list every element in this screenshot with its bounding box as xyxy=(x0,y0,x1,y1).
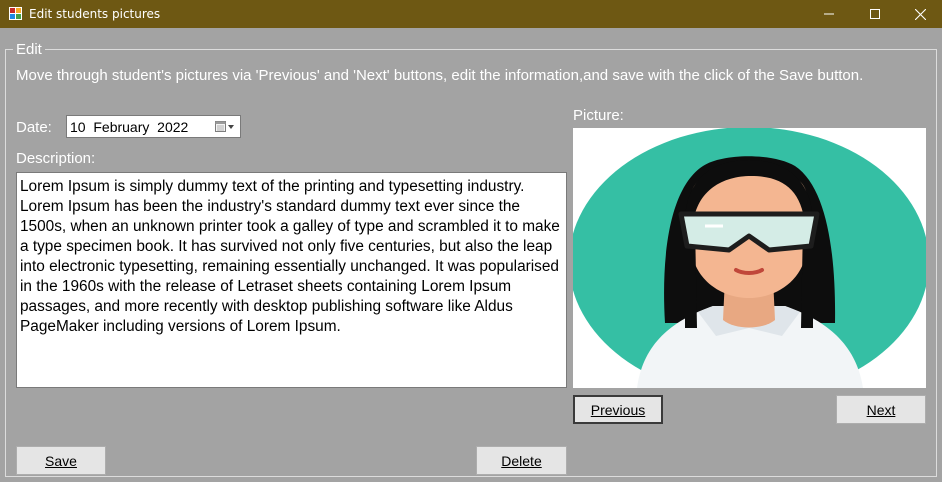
save-button[interactable]: Save xyxy=(16,446,106,475)
instructions-text: Move through student's pictures via 'Pre… xyxy=(16,67,864,84)
minimize-icon xyxy=(824,13,834,15)
app-icon xyxy=(9,7,22,20)
calendar-dropdown-icon[interactable] xyxy=(214,120,236,134)
student-avatar-illustration xyxy=(573,128,926,388)
window-title: Edit students pictures xyxy=(29,7,161,21)
maximize-icon xyxy=(870,9,880,19)
title-bar[interactable]: Edit students pictures xyxy=(0,0,942,28)
previous-button[interactable]: Previous xyxy=(573,395,663,424)
minimize-button[interactable] xyxy=(806,0,852,28)
student-picture xyxy=(573,128,926,388)
description-label: Description: xyxy=(16,150,96,167)
next-button[interactable]: Next xyxy=(836,395,926,424)
picture-label: Picture: xyxy=(573,107,624,124)
groupbox-legend: Edit xyxy=(13,42,45,58)
date-label: Date: xyxy=(16,119,52,136)
maximize-button[interactable] xyxy=(852,0,898,28)
close-icon xyxy=(914,8,926,20)
close-button[interactable] xyxy=(897,0,942,28)
date-picker[interactable]: 10 February 2022 xyxy=(66,115,241,138)
delete-button[interactable]: Delete xyxy=(476,446,567,475)
description-textarea[interactable]: Lorem Ipsum is simply dummy text of the … xyxy=(16,172,567,388)
date-value: 10 February 2022 xyxy=(70,119,189,135)
